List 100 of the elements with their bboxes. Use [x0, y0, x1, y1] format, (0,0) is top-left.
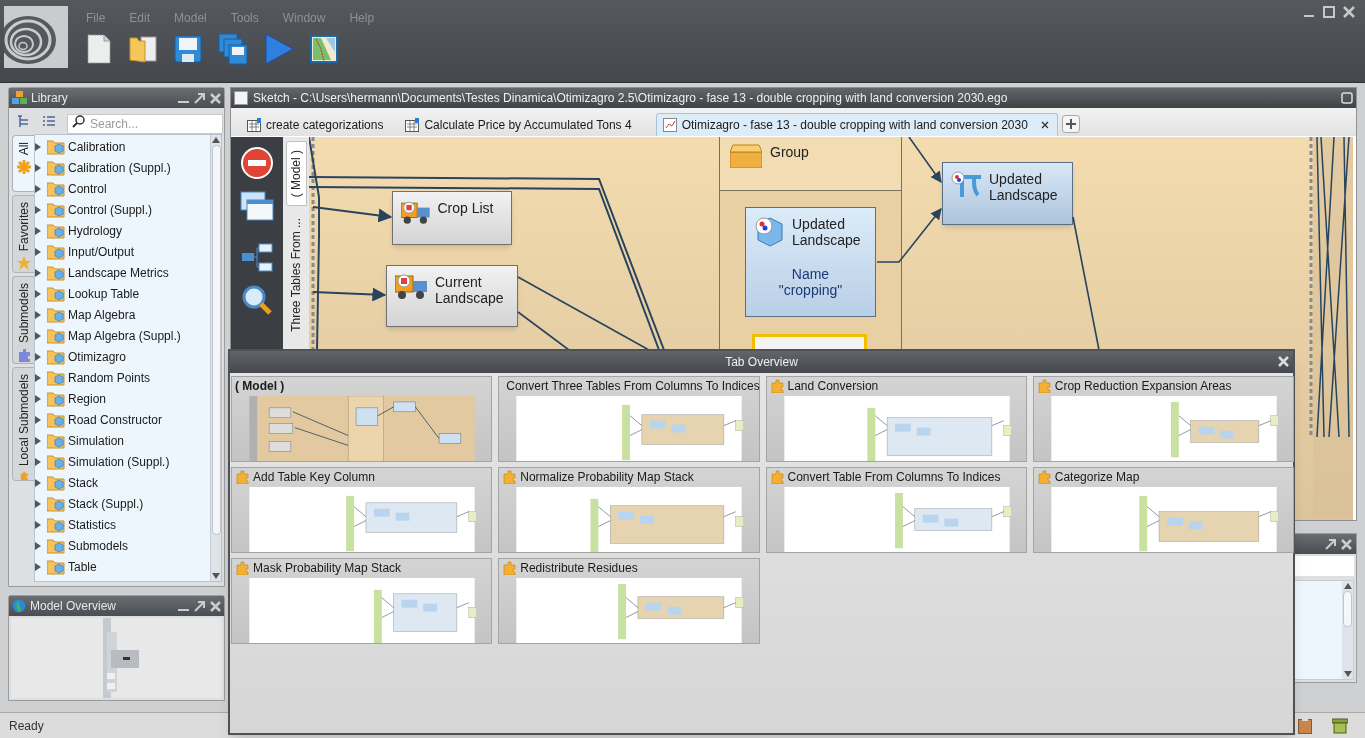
library-item[interactable]: Map Algebra (Suppl.)	[35, 325, 210, 346]
library-item[interactable]: Stack (Suppl.)	[35, 493, 210, 514]
tab-overview-card[interactable]: Crop Reduction Expansion Areas	[1032, 376, 1294, 462]
expand-icon[interactable]	[35, 268, 41, 277]
side-tab[interactable]: Submodels	[12, 276, 34, 364]
library-item[interactable]: Random Points	[35, 367, 210, 388]
close-icon[interactable]	[1040, 121, 1049, 129]
connector-arrow[interactable]	[908, 137, 942, 183]
tab-overview-card[interactable]: Convert Three Tables From Columns To Indices	[498, 376, 760, 462]
side-tab[interactable]: Favorites	[12, 195, 34, 273]
library-item[interactable]: Simulation (Suppl.)	[35, 451, 210, 472]
library-item[interactable]: Calibration	[35, 136, 210, 157]
connector-arrow[interactable]	[312, 287, 387, 302]
library-item[interactable]: Lookup Table	[35, 283, 210, 304]
document-tab[interactable]: create categorizations	[241, 113, 390, 136]
zoom-icon[interactable]	[242, 285, 272, 315]
folder-icon	[47, 201, 65, 218]
tab-overview-card[interactable]: Normalize Probability Map Stack	[498, 467, 760, 553]
save-node[interactable]: Updated Landscape Name "cropping"	[745, 207, 876, 317]
scroll-up-icon[interactable]	[212, 135, 220, 145]
tree-view-icon[interactable]	[17, 114, 30, 128]
library-item[interactable]: Otimizagro	[35, 346, 210, 367]
maximize-icon[interactable]	[1341, 92, 1353, 104]
library-item[interactable]: Control (Suppl.)	[35, 199, 210, 220]
library-item[interactable]: Simulation	[35, 430, 210, 451]
scroll-up-icon[interactable]	[1343, 581, 1352, 591]
card-title: Normalize Probability Map Stack	[520, 469, 694, 487]
library-item[interactable]: Control	[35, 178, 210, 199]
scroll-thumb[interactable]	[211, 145, 221, 535]
windows-icon[interactable]	[240, 191, 274, 221]
chart-document-icon	[662, 118, 677, 132]
panel-title: Sketch - C:\Users\hermann\Documents\Testes Dinamica\Otimizagro 2.5\Otimizagro - fase 13 - double cropping with land conversion 2030.ego	[253, 90, 1008, 107]
scroll-down-icon[interactable]	[1343, 669, 1352, 679]
library-item[interactable]: Region	[35, 388, 210, 409]
save-icon[interactable]	[174, 34, 202, 64]
library-item[interactable]: Table	[35, 556, 210, 577]
tab-overview-card[interactable]: Land Conversion	[765, 376, 1027, 462]
connector-arrow[interactable]	[312, 206, 393, 223]
load-node[interactable]: Crop List	[392, 191, 512, 245]
hierarchy-icon[interactable]	[241, 243, 273, 273]
scroll-thumb[interactable]	[1343, 591, 1352, 627]
puzzle-icon	[16, 348, 31, 363]
tab-overview-card[interactable]: Mask Probability Map Stack	[231, 558, 493, 644]
document-tab[interactable]: Calculate Price by Accumulated Tons 4	[399, 113, 638, 136]
remove-icon[interactable]	[241, 147, 273, 179]
connector-arrow[interactable]	[876, 208, 942, 263]
expand-icon[interactable]	[35, 520, 41, 529]
node-label: Crop List	[437, 200, 495, 216]
search-field[interactable]: Search...	[67, 114, 223, 134]
side-tab[interactable]: Local Submodels	[12, 367, 34, 481]
calculate-node[interactable]: Updated Landscape	[942, 162, 1073, 225]
float-icon[interactable]	[194, 600, 205, 612]
add-tab-button[interactable]	[1061, 115, 1080, 133]
expand-icon[interactable]	[35, 499, 41, 508]
expand-icon[interactable]	[35, 541, 41, 550]
folder-icon	[47, 138, 65, 155]
float-icon[interactable]	[194, 92, 205, 104]
tab-overview-card[interactable]: ( Model )	[231, 376, 493, 462]
scrollbar[interactable]	[1342, 581, 1353, 679]
puzzle-icon	[502, 561, 517, 576]
library-item[interactable]: Stack	[35, 472, 210, 493]
connector-line[interactable]	[1316, 137, 1350, 438]
library-item[interactable]: Statistics	[35, 514, 210, 535]
card-title: Convert Three Tables From Columns To Indices	[506, 378, 760, 396]
map-icon[interactable]	[310, 35, 338, 63]
table-document-icon	[405, 117, 420, 132]
maximize-icon[interactable]	[1323, 6, 1335, 18]
library-item[interactable]: Road Constructor	[35, 409, 210, 430]
tab-overview-card[interactable]: Categorize Map	[1032, 467, 1294, 553]
scroll-down-icon[interactable]	[212, 571, 220, 581]
node-label: Current Landscape	[435, 274, 505, 306]
new-file-icon[interactable]	[86, 34, 112, 64]
folder-icon	[47, 432, 65, 449]
document-tab[interactable]: Otimizagro - fase 13 - double cropping with land conversion 2030	[655, 113, 1058, 136]
library-item[interactable]: Submodels	[35, 535, 210, 556]
folder-icon	[47, 453, 65, 470]
float-icon[interactable]	[1325, 538, 1336, 550]
side-tab[interactable]: Three Tables From ...	[285, 210, 307, 341]
side-tab[interactable]: ( Model )	[285, 141, 307, 207]
save-all-icon[interactable]	[218, 33, 248, 65]
open-folder-icon[interactable]	[128, 34, 158, 64]
library-item[interactable]: Input/Output	[35, 241, 210, 262]
library-item[interactable]: Hydrology	[35, 220, 210, 241]
folder-icon	[47, 306, 65, 323]
tab-overview-card[interactable]: Add Table Key Column	[231, 467, 493, 553]
scrollbar[interactable]	[210, 135, 221, 581]
list-view-icon[interactable]	[42, 114, 55, 128]
library-item[interactable]: Map Algebra	[35, 304, 210, 325]
tab-overview-card[interactable]: Redistribute Residues	[498, 558, 760, 644]
trash-icon[interactable]	[1332, 717, 1348, 734]
side-tab[interactable]: All	[12, 135, 34, 192]
clipboard-icon[interactable]	[1298, 717, 1312, 734]
star-icon	[16, 256, 31, 271]
folder-icon	[47, 264, 65, 281]
expand-icon[interactable]	[35, 478, 41, 487]
library-item[interactable]: Calibration (Suppl.)	[35, 157, 210, 178]
expand-icon[interactable]	[35, 562, 41, 571]
load-node[interactable]: Current Landscape	[386, 265, 518, 327]
tab-overview-card[interactable]: Convert Table From Columns To Indices	[765, 467, 1027, 553]
library-item[interactable]: Landscape Metrics	[35, 262, 210, 283]
